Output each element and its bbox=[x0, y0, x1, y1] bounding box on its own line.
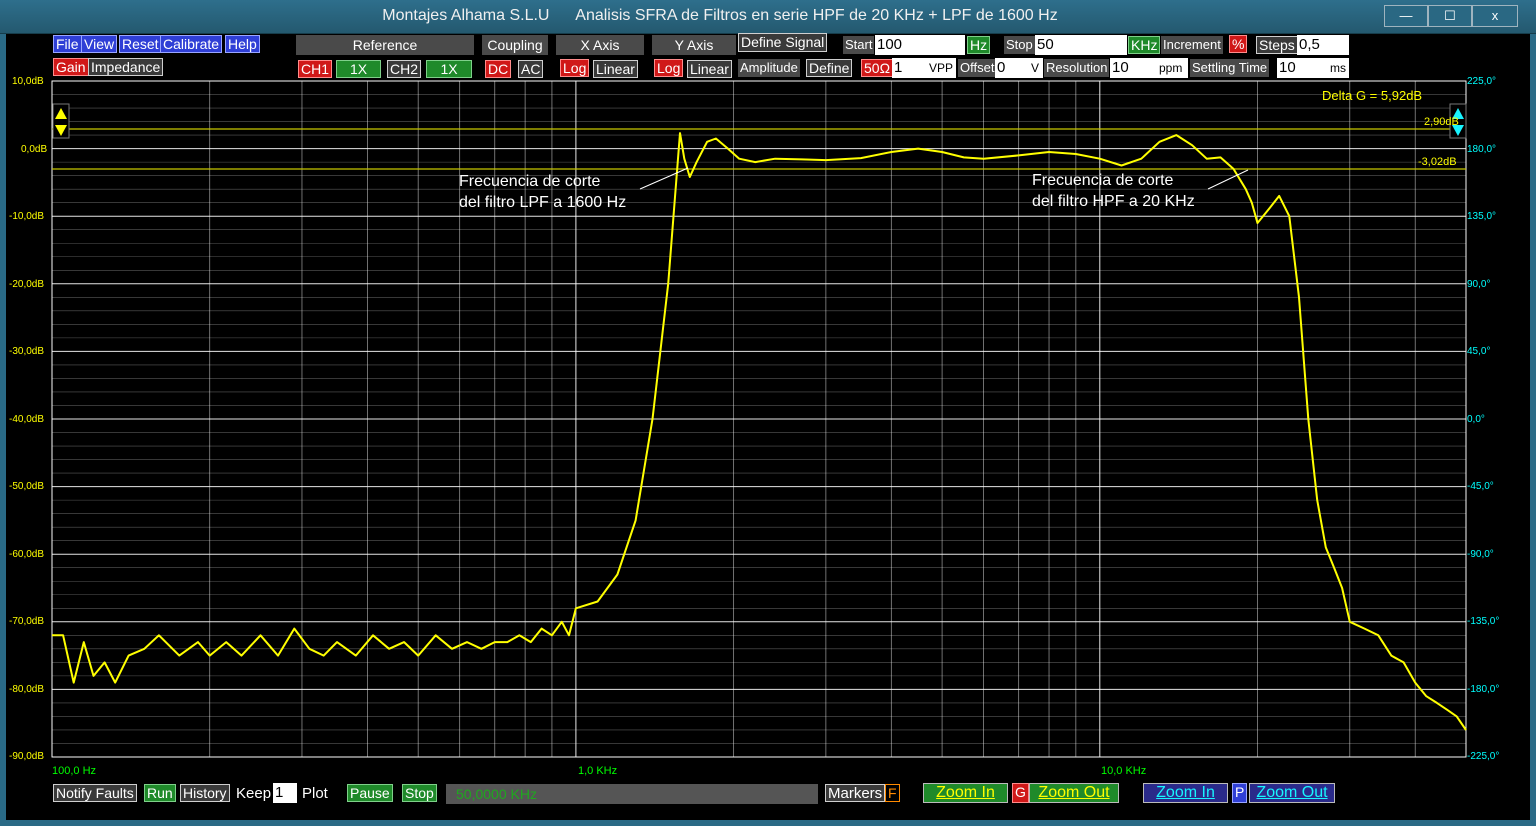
gain-tick: 10,0dB bbox=[12, 76, 44, 87]
gain-trace bbox=[52, 132, 1467, 731]
phase-tick: -45,0° bbox=[1467, 481, 1494, 492]
phase-tick: -180,0° bbox=[1467, 684, 1500, 695]
phase-tick: 90,0° bbox=[1467, 279, 1491, 290]
annotation-lpf-line2: del filtro LPF a 1600 Hz bbox=[459, 194, 627, 211]
phase-tick: -225,0° bbox=[1467, 751, 1500, 762]
annotation-hpf-line2: del filtro HPF a 20 KHz bbox=[1032, 193, 1195, 210]
annotation-pointer bbox=[1207, 169, 1249, 190]
gain-tick: -90,0dB bbox=[9, 751, 45, 762]
gain-tick: 0,0dB bbox=[21, 144, 48, 155]
annotation-lpf: Frecuencia de corte del filtro LPF a 160… bbox=[459, 171, 626, 213]
phase-tick: 180,0° bbox=[1467, 144, 1497, 155]
gain-tick: -30,0dB bbox=[9, 346, 45, 357]
annotation-hpf-line1: Frecuencia de corte bbox=[1032, 172, 1174, 189]
history-button[interactable]: History bbox=[180, 784, 230, 802]
gain-zoom-toggle[interactable]: G bbox=[1012, 783, 1029, 803]
gain-tick: -20,0dB bbox=[9, 279, 45, 290]
keep-field[interactable]: 1 bbox=[273, 783, 297, 803]
phase-tick: 225,0° bbox=[1467, 76, 1497, 87]
gain-zoom-in-button[interactable]: Zoom In bbox=[923, 783, 1008, 803]
phase-zoom-out-button[interactable]: Zoom Out bbox=[1249, 783, 1335, 803]
annotation-hpf: Frecuencia de corte del filtro HPF a 20 … bbox=[1032, 170, 1195, 212]
phase-tick: 135,0° bbox=[1467, 211, 1497, 222]
annotation-pointer bbox=[639, 167, 689, 190]
pause-button[interactable]: Pause bbox=[347, 784, 393, 802]
gain-tick: -80,0dB bbox=[9, 684, 45, 695]
phase-zoom-toggle[interactable]: P bbox=[1232, 783, 1248, 803]
markers-f-button[interactable]: F bbox=[885, 784, 900, 802]
lower-cursor-label: -3,02dB bbox=[1418, 156, 1457, 168]
freq-tick: 10,0 KHz bbox=[1101, 765, 1147, 777]
run-button[interactable]: Run bbox=[144, 784, 176, 802]
phase-tick: -135,0° bbox=[1467, 616, 1500, 627]
stop-button[interactable]: Stop bbox=[402, 784, 437, 802]
freq-tick: 100,0 Hz bbox=[52, 765, 97, 777]
gain-tick: -10,0dB bbox=[9, 211, 45, 222]
phase-tick: 45,0° bbox=[1467, 346, 1491, 357]
notify-faults-button[interactable]: Notify Faults bbox=[53, 784, 137, 802]
gain-zoom-out-button[interactable]: Zoom Out bbox=[1029, 783, 1119, 803]
phase-tick: -90,0° bbox=[1467, 549, 1494, 560]
delta-g-readout: Delta G = 5,92dB bbox=[1322, 88, 1423, 103]
phase-tick: 0,0° bbox=[1467, 414, 1485, 425]
phase-zoom-in-button[interactable]: Zoom In bbox=[1143, 783, 1228, 803]
annotation-lpf-line1: Frecuencia de corte bbox=[459, 173, 601, 190]
markers-label: Markers bbox=[825, 784, 886, 802]
gain-tick: -60,0dB bbox=[9, 549, 45, 560]
upper-cursor-label: 2,90dB bbox=[1424, 116, 1459, 128]
frequency-status: 50,0000 KHz bbox=[446, 784, 818, 804]
sfra-plot[interactable] bbox=[0, 0, 1536, 826]
keep-label: Keep bbox=[236, 785, 272, 802]
gain-tick: -70,0dB bbox=[9, 616, 45, 627]
gain-tick: -50,0dB bbox=[9, 481, 45, 492]
gain-tick: -40,0dB bbox=[9, 414, 45, 425]
freq-tick: 1,0 KHz bbox=[578, 765, 618, 777]
plot-label: Plot bbox=[302, 785, 328, 802]
